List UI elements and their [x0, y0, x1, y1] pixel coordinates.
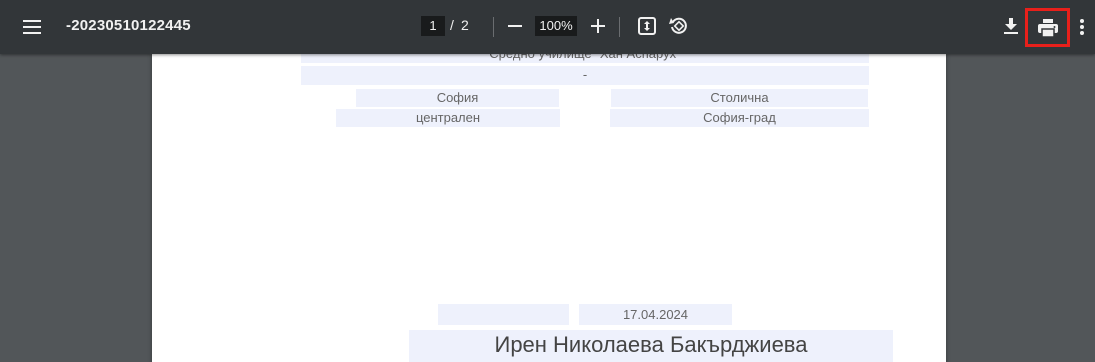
total-pages: 2 [461, 17, 469, 33]
zoom-out-button[interactable] [503, 14, 527, 38]
hamburger-menu-icon [23, 20, 41, 34]
pdf-page: Средно училище "Хан Аспарух" - София Сто… [152, 54, 946, 362]
print-button[interactable] [1025, 8, 1070, 47]
school-name-field: Средно училище "Хан Аспарух" [301, 54, 869, 63]
download-icon [1004, 17, 1018, 34]
rotate-button[interactable] [666, 13, 692, 39]
district-field: централен [336, 109, 560, 127]
download-button[interactable] [999, 13, 1023, 39]
page-number-input[interactable]: 1 [421, 16, 445, 36]
zoom-in-button[interactable] [586, 14, 610, 38]
toolbar-divider [619, 17, 620, 37]
date-field: 17.04.2024 [579, 304, 732, 325]
more-options-button[interactable] [1073, 14, 1091, 40]
plus-icon [591, 19, 605, 33]
print-icon [1037, 18, 1058, 37]
minus-icon [508, 25, 522, 27]
pdf-viewer-area[interactable]: Средно училище "Хан Аспарух" - София Сто… [0, 54, 1095, 362]
municipality-field: Столична [611, 89, 868, 107]
dash-field: - [301, 66, 869, 85]
document-title: -20230510122445 [66, 17, 191, 34]
fit-to-page-icon [638, 17, 656, 35]
pdf-toolbar: -20230510122445 1 / 2 100% [0, 0, 1095, 54]
person-name-field: Ирен Николаева Бакърджиева [409, 330, 893, 362]
more-vertical-icon [1080, 19, 1084, 35]
rotate-icon [669, 17, 687, 34]
empty-field [438, 304, 569, 325]
page-separator: / [450, 17, 454, 33]
toolbar-divider [493, 17, 494, 37]
menu-button[interactable] [14, 10, 50, 44]
city-field: София [356, 89, 559, 107]
zoom-level-input[interactable]: 100% [535, 16, 577, 36]
fit-to-page-button[interactable] [635, 13, 659, 39]
region-field: София-град [610, 109, 869, 127]
